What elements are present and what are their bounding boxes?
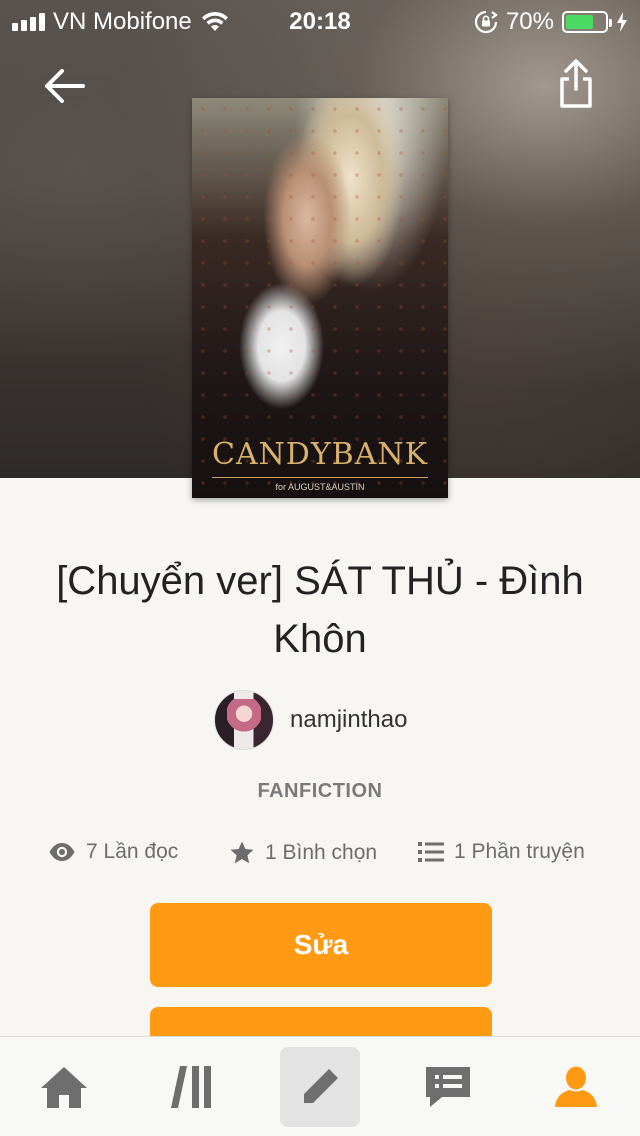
author-link[interactable]: namjinthao: [214, 690, 407, 750]
home-icon: [41, 1067, 87, 1108]
rotation-lock-icon: [474, 10, 498, 34]
genre-label[interactable]: FANFICTION: [0, 780, 640, 803]
profile-icon: [555, 1066, 597, 1107]
avatar: [214, 690, 274, 750]
battery-percent: 70%: [505, 8, 554, 35]
author-name: namjinthao: [290, 706, 408, 733]
list-icon: [418, 842, 444, 862]
cover-title: CANDYBANK: [211, 437, 429, 472]
book-title: [Chuyển ver] SÁT THỦ - Đình Khôn: [56, 559, 584, 661]
tab-write[interactable]: [280, 1047, 360, 1127]
reads-count: 7 Lần đọc: [86, 840, 179, 863]
parts-stat: 1 Phần truyện: [418, 840, 585, 864]
bottom-tab-bar: [0, 1036, 640, 1136]
write-icon: [304, 1065, 342, 1103]
star-icon: [230, 841, 254, 864]
eye-icon: [49, 843, 75, 861]
cover-divider: [212, 477, 428, 478]
share-icon: [560, 59, 592, 108]
charging-icon: [617, 12, 627, 32]
back-button[interactable]: [36, 58, 92, 114]
votes-count: 1 Bình chọn: [265, 841, 378, 864]
tab-profile[interactable]: [536, 1047, 616, 1127]
tab-home[interactable]: [24, 1047, 104, 1127]
edit-button[interactable]: Sửa: [150, 903, 492, 987]
battery-fill: [566, 15, 593, 29]
status-right: 70%: [474, 8, 628, 36]
story-stats: 7 Lần đọc 1 Bình chọn 1 Phần truyện: [0, 840, 640, 874]
parts-count: 1 Phần truyện: [454, 840, 585, 863]
votes-stat: 1 Bình chọn: [229, 840, 377, 866]
book-cover[interactable]: CANDYBANK for AUGUST&AUSTIN: [192, 98, 448, 498]
tab-library[interactable]: [152, 1047, 232, 1127]
reads-stat: 7 Lần đọc: [48, 840, 178, 864]
battery-icon: [562, 11, 612, 33]
messages-icon: [426, 1067, 470, 1107]
status-bar: VN Mobifone 20:18 70%: [0, 0, 640, 42]
library-icon: [171, 1066, 211, 1108]
share-button[interactable]: [550, 56, 602, 112]
arrow-left-icon: [45, 69, 85, 103]
cover-subtitle: for AUGUST&AUSTIN: [275, 482, 365, 492]
tab-messages[interactable]: [408, 1047, 488, 1127]
